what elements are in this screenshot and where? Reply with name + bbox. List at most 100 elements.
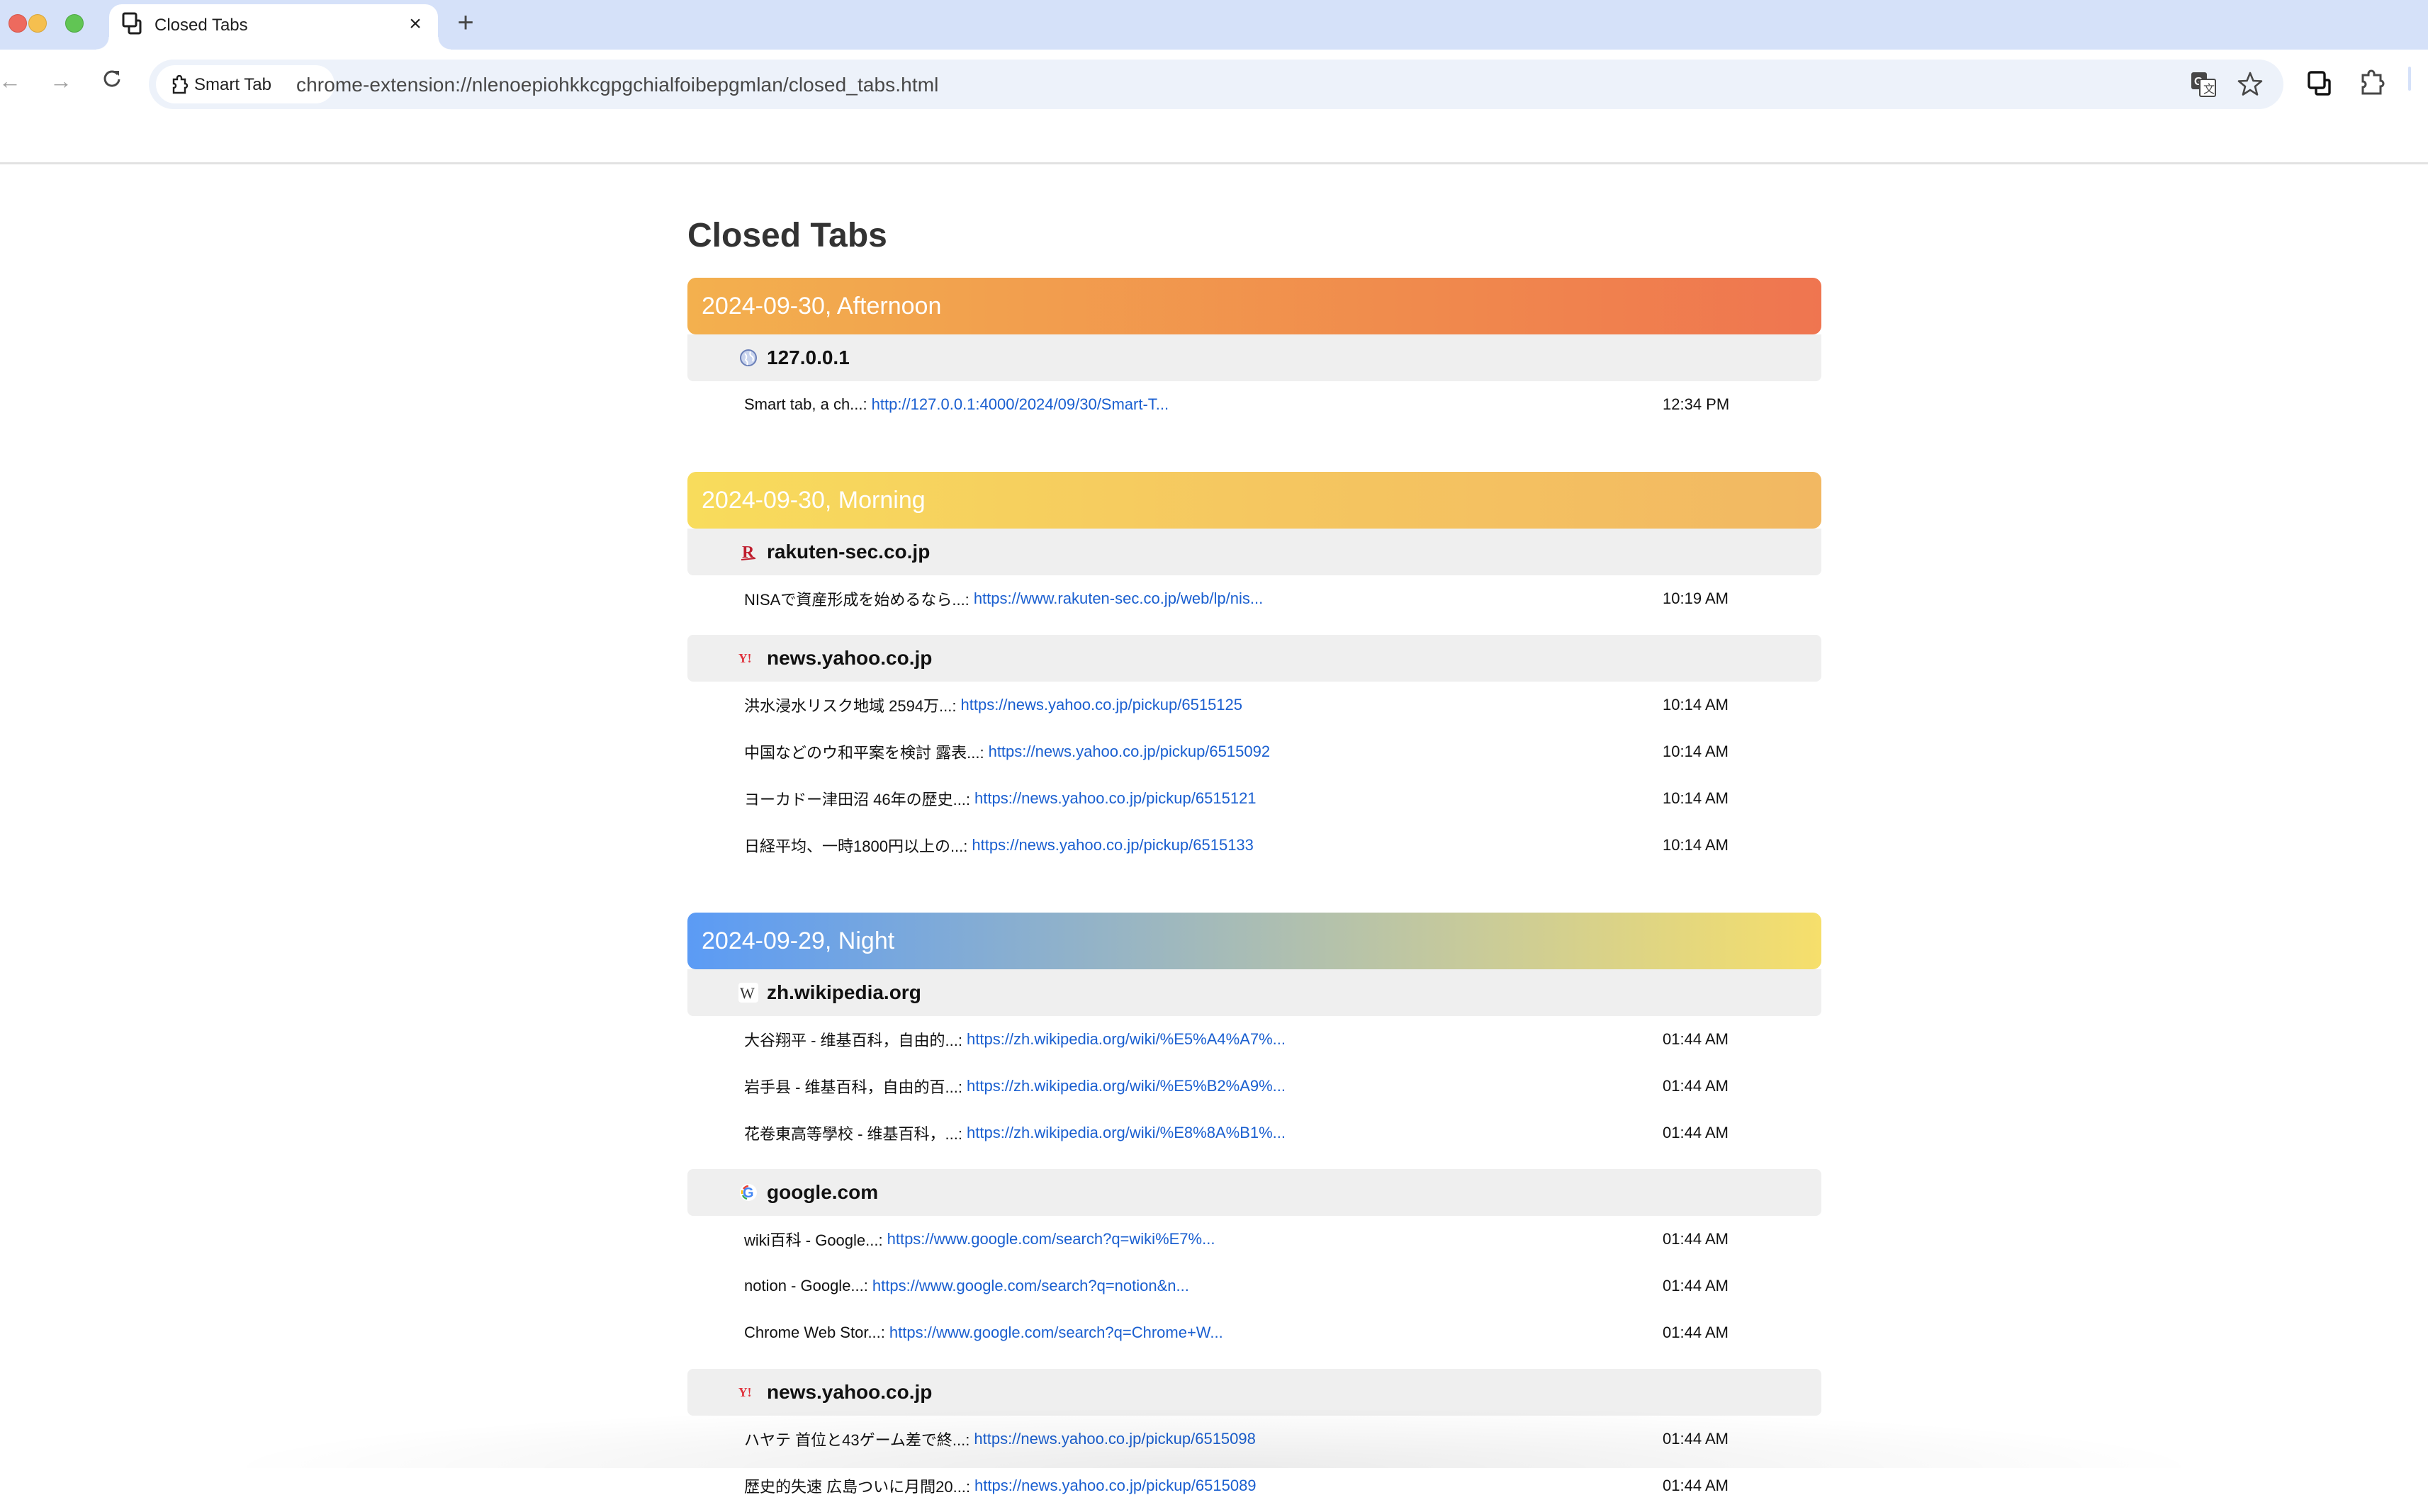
page-title: Closed Tabs bbox=[687, 217, 887, 254]
active-tab[interactable]: Closed Tabs × bbox=[96, 4, 451, 50]
domain-group: 127.0.0.1 Smart tab, a ch...: http://127.0… bbox=[687, 334, 1821, 431]
svg-text:Y!: Y! bbox=[738, 651, 751, 665]
closed-tab-link[interactable]: https://news.yahoo.co.jp/pickup/6515089 bbox=[974, 1477, 1257, 1495]
closed-time: 01:44 AM bbox=[1663, 1030, 1729, 1048]
closed-time: 01:44 AM bbox=[1663, 1477, 1729, 1494]
period-header: 2024-09-29, Night bbox=[687, 913, 1821, 969]
window-close-button[interactable] bbox=[9, 14, 27, 33]
closed-tab-item: ハヤテ 首位と43ゲーム差で終...: https://news.yahoo.co… bbox=[687, 1416, 1821, 1462]
bookmark-star-icon[interactable] bbox=[2237, 71, 2264, 98]
tab-title: Closed Tabs bbox=[154, 16, 248, 35]
yahoo-icon: Y! bbox=[738, 648, 758, 668]
tab-search-icon[interactable] bbox=[2306, 69, 2334, 98]
domain-group: Y! news.yahoo.co.jp 洪水浸水リスク地域 2594万...: htt… bbox=[687, 635, 1821, 871]
forward-button[interactable]: → bbox=[45, 65, 77, 96]
closed-tab-title: 花卷東高等學校 - 维基百科，...: bbox=[744, 1125, 963, 1143]
window-zoom-button[interactable] bbox=[65, 14, 84, 33]
closed-tab-item: 歴史的失速 広島ついに月間20...: https://news.yahoo.co… bbox=[687, 1462, 1821, 1509]
closed-time: 12:34 PM bbox=[1663, 395, 1730, 413]
yahoo-icon: Y! bbox=[738, 1382, 758, 1402]
extensions-icon[interactable] bbox=[2359, 69, 2387, 98]
closed-tab-title: 大谷翔平 - 维基百科，自由的...: bbox=[744, 1032, 963, 1049]
closed-tab-title: NISAで資産形成を始めるなら...: bbox=[744, 591, 969, 609]
closed-tab-link[interactable]: https://news.yahoo.co.jp/pickup/6515125 bbox=[961, 696, 1243, 714]
period-section-afternoon: 2024-09-30, Afternoon 127.0.0.1 Smart tab,… bbox=[687, 278, 1821, 431]
domain-group: Wzh.wikipedia.org 大谷翔平 - 维基百科，自由的...: http… bbox=[687, 969, 1821, 1159]
closed-tab-link[interactable]: https://news.yahoo.co.jp/pickup/6515133 bbox=[972, 836, 1254, 854]
closed-tab-title: wiki百科 - Google...: bbox=[744, 1231, 883, 1249]
closed-tab-item: ヨーカドー津田沼 46年の歴史...: https://news.yahoo.co… bbox=[687, 775, 1821, 822]
translate-icon[interactable]: G 文 bbox=[2190, 71, 2217, 98]
window-minimize-button[interactable] bbox=[28, 14, 47, 33]
closed-tab-item: Chrome Web Stor...: https://www.google.co… bbox=[687, 1309, 1821, 1356]
address-bar[interactable]: Smart Tab chrome-extension://nlenoepiohk… bbox=[149, 60, 2283, 109]
closed-tabs-page: Closed Tabs 2024-09-30, Afternoon 127.0.0… bbox=[687, 164, 1821, 1512]
rakuten-icon: R bbox=[738, 542, 758, 562]
closed-tab-title: ハヤテ 首位と43ゲーム差で終...: bbox=[744, 1431, 970, 1449]
closed-time: 10:14 AM bbox=[1663, 789, 1729, 807]
reload-button[interactable] bbox=[96, 65, 128, 96]
domain-name: rakuten-sec.co.jp bbox=[767, 541, 931, 563]
closed-tab-item: 洪水浸水リスク地域 2594万...: https://news.yahoo.co… bbox=[687, 682, 1821, 728]
closed-tab-list: 大谷翔平 - 维基百科，自由的...: https://zh.wikipedia.… bbox=[687, 1016, 1821, 1159]
closed-time: 10:14 AM bbox=[1663, 743, 1729, 760]
domain-group: Rrakuten-sec.co.jp NISAで資産形成を始めるなら...: htt… bbox=[687, 529, 1821, 625]
google-icon: G bbox=[738, 1183, 758, 1202]
extension-puzzle-icon bbox=[170, 74, 189, 95]
domain-name: news.yahoo.co.jp bbox=[767, 1381, 933, 1403]
svg-text:W: W bbox=[740, 984, 755, 1002]
closed-tab-title: Smart tab, a ch...: bbox=[744, 395, 867, 413]
new-tab-button[interactable]: + bbox=[451, 9, 480, 38]
domain-name: zh.wikipedia.org bbox=[767, 981, 921, 1003]
closed-time: 01:44 AM bbox=[1663, 1277, 1729, 1294]
closed-tab-list: ハヤテ 首位と43ゲーム差で終...: https://news.yahoo.co… bbox=[687, 1416, 1821, 1512]
period-section-night: 2024-09-29, Night Wzh.wikipedia.org 大谷翔平 -… bbox=[687, 913, 1821, 1512]
domain-header: Y! news.yahoo.co.jp bbox=[687, 1369, 1821, 1416]
closed-time: 10:19 AM bbox=[1663, 589, 1729, 607]
wikipedia-icon: W bbox=[738, 983, 758, 1003]
closed-tab-link[interactable]: https://news.yahoo.co.jp/pickup/6515098 bbox=[974, 1430, 1256, 1448]
tab-stack-icon bbox=[120, 11, 146, 37]
closed-tab-link[interactable]: https://www.google.com/search?q=wiki%E7%… bbox=[887, 1230, 1215, 1248]
domain-name: news.yahoo.co.jp bbox=[767, 647, 933, 669]
closed-time: 01:44 AM bbox=[1663, 1430, 1729, 1448]
domain-name: 127.0.0.1 bbox=[767, 346, 850, 368]
closed-tab-link[interactable]: https://zh.wikipedia.org/wiki/%E8%8A%B1%… bbox=[967, 1124, 1286, 1142]
back-button[interactable]: ← bbox=[0, 65, 26, 96]
closed-tab-title: Chrome Web Stor...: bbox=[744, 1324, 885, 1341]
domain-name: google.com bbox=[767, 1181, 879, 1203]
closed-tab-link[interactable]: https://news.yahoo.co.jp/pickup/6515121 bbox=[974, 789, 1257, 808]
url-text[interactable]: chrome-extension://nlenoepiohkkcgpgchial… bbox=[296, 74, 938, 96]
toolbar-divider bbox=[2408, 67, 2411, 91]
domain-header: 127.0.0.1 bbox=[687, 334, 1821, 381]
closed-tab-item: wiki百科 - Google...: https://www.google.co… bbox=[687, 1216, 1821, 1263]
closed-tab-link[interactable]: http://127.0.0.1:4000/2024/09/30/Smart-T… bbox=[872, 395, 1169, 414]
domain-header: Rrakuten-sec.co.jp bbox=[687, 529, 1821, 575]
closed-tab-title: 日経平均、一時1800円以上の...: bbox=[744, 837, 968, 855]
reload-icon bbox=[103, 70, 120, 87]
period-header: 2024-09-30, Morning bbox=[687, 472, 1821, 529]
closed-tab-link[interactable]: https://zh.wikipedia.org/wiki/%E5%B2%A9%… bbox=[967, 1077, 1286, 1095]
closed-tab-item: 花卷東高等學校 - 维基百科，...: https://zh.wikipedia.… bbox=[687, 1110, 1821, 1156]
closed-tab-item: Smart tab, a ch...: http://127.0.0.1:4000… bbox=[687, 381, 1821, 428]
closed-time: 01:44 AM bbox=[1663, 1324, 1729, 1341]
closed-tab-list: NISAで資産形成を始めるなら...: https://www.rakuten-s… bbox=[687, 575, 1821, 625]
domain-header: Y! news.yahoo.co.jp bbox=[687, 635, 1821, 682]
closed-tab-item: 日経平均、一時1800円以上の...: https://news.yahoo.co… bbox=[687, 822, 1821, 869]
closed-tab-title: ヨーカドー津田沼 46年の歴史...: bbox=[744, 791, 971, 808]
closed-tab-link[interactable]: https://www.google.com/search?q=Chrome+W… bbox=[889, 1324, 1223, 1342]
tab-close-icon[interactable]: × bbox=[403, 11, 428, 37]
closed-tab-list: Smart tab, a ch...: http://127.0.0.1:4000… bbox=[687, 381, 1821, 431]
site-chip-label: Smart Tab bbox=[194, 75, 271, 94]
browser-toolbar: ← → Smart Tab chrome-extension://nlenoep… bbox=[0, 50, 2428, 164]
closed-time: 01:44 AM bbox=[1663, 1230, 1729, 1248]
period-header: 2024-09-30, Afternoon bbox=[687, 278, 1821, 334]
closed-tab-link[interactable]: https://news.yahoo.co.jp/pickup/6515092 bbox=[989, 743, 1271, 761]
closed-tab-link[interactable]: https://www.google.com/search?q=notion&n… bbox=[872, 1277, 1189, 1295]
closed-tab-link[interactable]: https://zh.wikipedia.org/wiki/%E5%A4%A7%… bbox=[967, 1030, 1286, 1049]
closed-tab-title: 中国などのウ和平案を検討 露表...: bbox=[744, 744, 984, 762]
closed-tab-title: notion - Google...: bbox=[744, 1277, 868, 1294]
closed-tab-item: notion - Google...: https://www.google.co… bbox=[687, 1263, 1821, 1309]
globe-icon bbox=[738, 348, 758, 368]
closed-tab-link[interactable]: https://www.rakuten-sec.co.jp/web/lp/nis… bbox=[974, 589, 1263, 608]
